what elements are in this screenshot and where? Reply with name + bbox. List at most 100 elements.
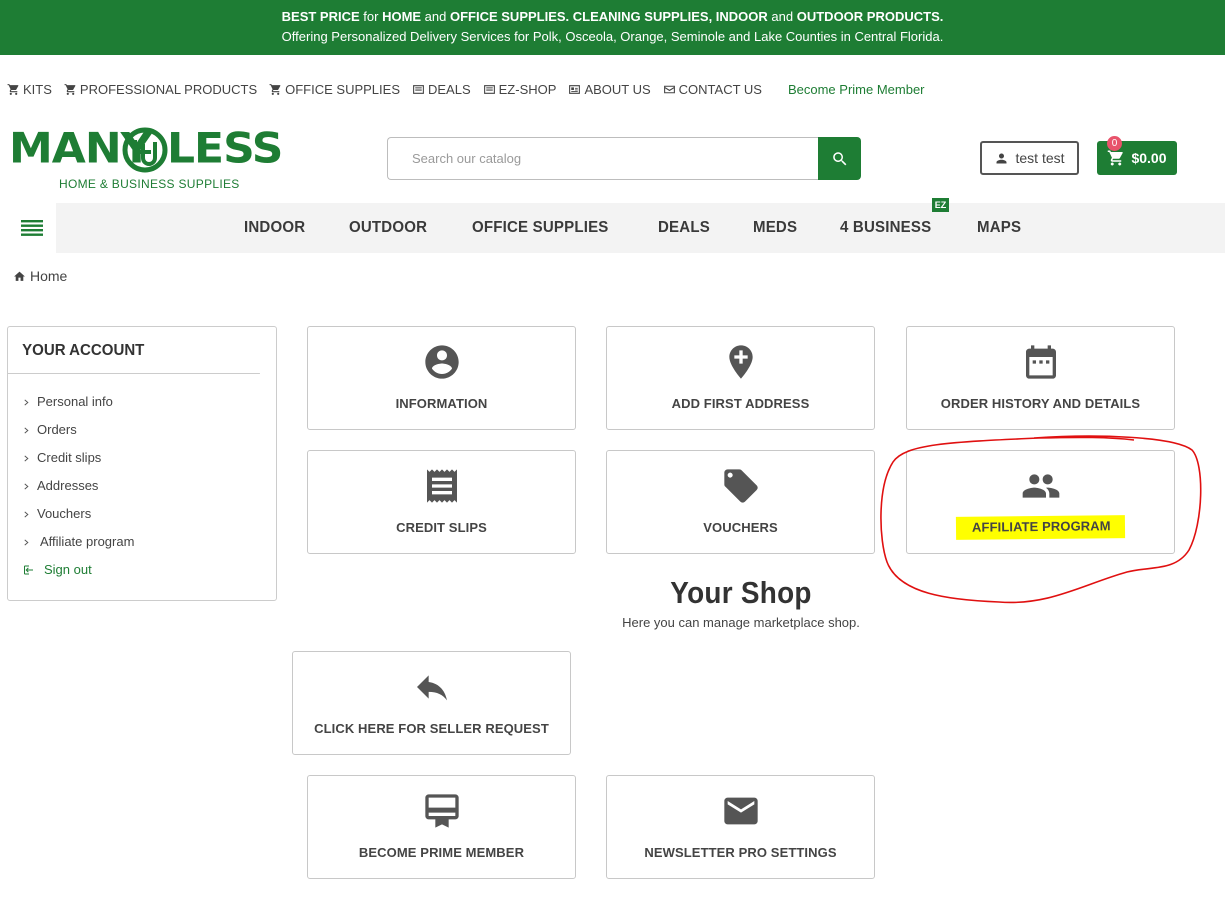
logo-word-less: LESS (167, 124, 283, 173)
banner-text: and (767, 9, 797, 24)
sign-out-icon (24, 565, 33, 575)
home-icon (14, 271, 25, 281)
sidebar-item-label: Credit slips (37, 450, 102, 465)
card-affiliate-program[interactable]: AFFILIATE PROGRAM (906, 450, 1175, 554)
list-icon (413, 84, 424, 94)
top-link-label: ABOUT US (584, 81, 651, 97)
card-label-highlighted: AFFILIATE PROGRAM (907, 515, 1174, 540)
sidebar-item-affiliate-program[interactable]: Affiliate program (8, 528, 276, 556)
card-label: VOUCHERS (703, 520, 778, 535)
card-information[interactable]: INFORMATION (307, 326, 576, 430)
list-icon (483, 84, 495, 94)
card-become-prime-member[interactable]: BECOME PRIME MEMBER (307, 775, 576, 879)
banner-best-price: BEST PRICE (281, 9, 360, 24)
nav-item-outdoor[interactable]: OUTDOOR (349, 219, 427, 237)
banner-outdoor: OUTDOOR PRODUCTS. (796, 9, 944, 24)
ez-badge: EZ (932, 198, 949, 212)
card-label: ORDER HISTORY AND DETAILS (940, 396, 1141, 411)
chevron-right-icon (24, 427, 29, 433)
sidebar-item-credit-slips[interactable]: Credit slips (8, 444, 276, 472)
sidebar-title: YOUR ACCOUNT (8, 327, 260, 374)
top-banner: BEST PRICE for HOME and OFFICE SUPPLIES.… (0, 0, 1225, 55)
top-link-about[interactable]: ABOUT US (568, 81, 651, 97)
nav-item-meds[interactable]: MEDS (753, 219, 797, 237)
add-location-icon (721, 342, 761, 382)
sidebar-item-personal-info[interactable]: Personal info (8, 388, 276, 416)
nav-item-4-business[interactable]: 4 BUSINESS (840, 219, 931, 237)
top-link-contact[interactable]: CONTACT US (663, 82, 762, 97)
top-link-office[interactable]: OFFICE SUPPLIES (269, 82, 400, 97)
site-logo[interactable]: MANY LESS HOME & BUSINESS SUPPLIES (9, 124, 283, 192)
id-card-icon (569, 84, 581, 94)
top-link-deals[interactable]: DEALS (412, 82, 471, 97)
card-order-history[interactable]: ORDER HISTORY AND DETAILS (906, 326, 1175, 430)
reply-arrow-icon (412, 667, 452, 707)
banner-line-2: Offering Personalized Delivery Services … (281, 29, 944, 44)
chevron-right-icon (24, 455, 29, 461)
shop-subtitle: Here you can manage marketplace shop. (622, 615, 860, 630)
account-circle-icon (422, 342, 462, 382)
card-add-first-address[interactable]: ADD FIRST ADDRESS (606, 326, 875, 430)
yellow-highlight: AFFILIATE PROGRAM (956, 515, 1125, 540)
card-label: BECOME PRIME MEMBER (358, 845, 525, 860)
search-input[interactable] (387, 137, 818, 180)
menu-toggle-button[interactable] (7, 203, 56, 253)
cart-icon (269, 83, 281, 95)
sidebar-item-label: Vouchers (37, 506, 92, 521)
chevron-right-icon (24, 539, 29, 545)
user-name: test test (1015, 150, 1065, 166)
top-link-ezshop[interactable]: EZ-SHOP (483, 81, 557, 97)
sidebar-item-addresses[interactable]: Addresses (8, 472, 276, 500)
account-sidebar: YOUR ACCOUNT Personal info Orders Credit… (7, 326, 277, 601)
top-link-label: EZ-SHOP (498, 81, 557, 97)
nav-item-indoor[interactable]: INDOOR (244, 219, 305, 237)
breadcrumb: Home (13, 268, 67, 284)
top-link-professional[interactable]: PROFESSIONAL PRODUCTS (64, 82, 257, 97)
nav-item-deals[interactable]: DEALS (658, 219, 710, 237)
sidebar-item-orders[interactable]: Orders (8, 416, 276, 444)
top-links: KITS PROFESSIONAL PRODUCTS OFFICE SUPPLI… (7, 80, 937, 98)
shop-title: Your Shop (670, 575, 812, 610)
card-seller-request[interactable]: CLICK HERE FOR SELLER REQUEST (292, 651, 571, 755)
top-link-label: OFFICE SUPPLIES (285, 81, 400, 97)
search-bar (387, 137, 861, 180)
banner-line-1: BEST PRICE for HOME and OFFICE SUPPLIES.… (0, 7, 1225, 27)
sidebar-list: Personal info Orders Credit slips Addres… (8, 374, 276, 584)
top-link-prime[interactable]: Become Prime Member (788, 82, 925, 97)
card-label: CREDIT SLIPS (396, 520, 487, 535)
chevron-right-icon (24, 511, 29, 517)
top-link-kits[interactable]: KITS (7, 82, 52, 97)
nav-item-maps[interactable]: MAPS (977, 219, 1021, 237)
banner-text: for (359, 9, 383, 24)
breadcrumb-home[interactable]: Home (30, 268, 67, 284)
search-icon (832, 151, 846, 165)
card-vouchers[interactable]: VOUCHERS (606, 450, 875, 554)
membership-card-icon (422, 791, 462, 831)
sidebar-item-label: Sign out (44, 562, 92, 577)
cart-total: $0.00 (1131, 150, 1167, 166)
shopping-cart-icon (1108, 150, 1124, 166)
envelope-icon (721, 791, 761, 831)
group-icon (1021, 466, 1061, 506)
main-nav: INDOOR OUTDOOR OFFICE SUPPLIES DEALS MED… (7, 203, 1225, 253)
sidebar-item-label: Addresses (37, 478, 99, 493)
card-credit-slips[interactable]: CREDIT SLIPS (307, 450, 576, 554)
chevron-right-icon (24, 483, 29, 489)
nav-item-office-supplies[interactable]: OFFICE SUPPLIES (472, 219, 609, 237)
user-account-button[interactable]: test test (980, 141, 1079, 175)
sidebar-item-label: Affiliate program (40, 534, 135, 549)
card-label: CLICK HERE FOR SELLER REQUEST (314, 721, 549, 736)
card-newsletter-settings[interactable]: NEWSLETTER PRO SETTINGS (606, 775, 875, 879)
sidebar-item-label: Orders (37, 422, 77, 437)
search-button[interactable] (818, 137, 861, 180)
card-label: NEWSLETTER PRO SETTINGS (644, 845, 837, 860)
hamburger-icon (20, 220, 43, 236)
top-link-label: CONTACT US (678, 81, 762, 97)
logo-4u-icon (122, 127, 168, 173)
card-label: INFORMATION (395, 396, 488, 411)
sidebar-item-vouchers[interactable]: Vouchers (8, 500, 276, 528)
card-label: ADD FIRST ADDRESS (671, 396, 810, 411)
envelope-icon (663, 85, 675, 93)
sidebar-item-sign-out[interactable]: Sign out (8, 556, 276, 584)
calendar-icon (1021, 342, 1061, 382)
